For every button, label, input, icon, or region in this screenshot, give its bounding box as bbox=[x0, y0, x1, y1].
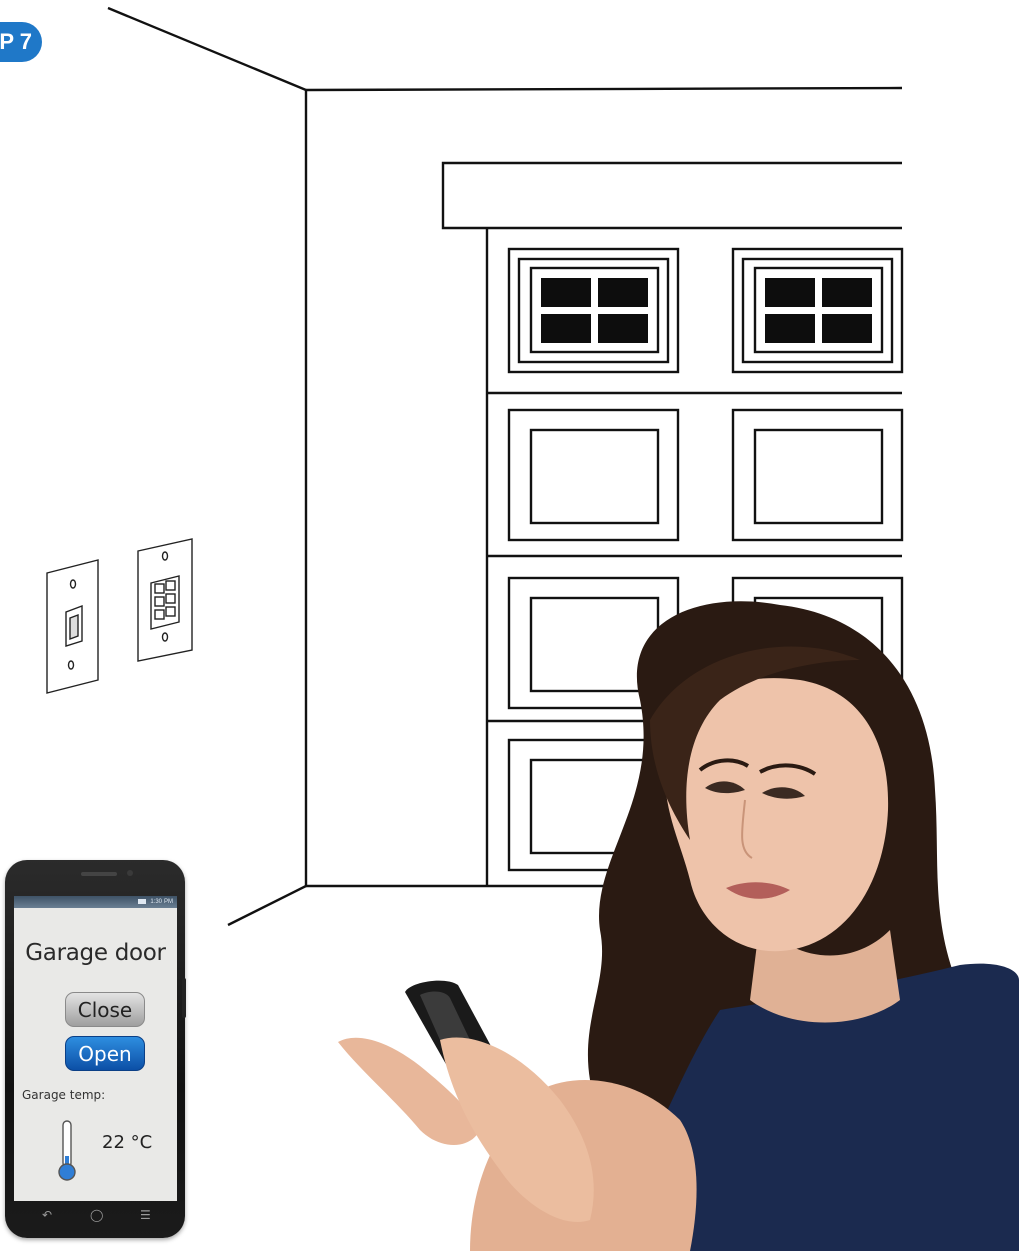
garage-temp-label: Garage temp: bbox=[22, 1088, 106, 1102]
phone-mockup: 1:30 PM Garage door Close Open Garage tem… bbox=[5, 860, 185, 1238]
status-time: 1:30 bbox=[150, 899, 162, 905]
phone-side-button bbox=[182, 978, 186, 1018]
status-bar: 1:30 PM bbox=[14, 896, 177, 908]
door-header-beam bbox=[441, 161, 902, 230]
keypad-switch-plate bbox=[137, 538, 193, 662]
door-panel-inner bbox=[753, 428, 884, 525]
phone-camera bbox=[127, 870, 133, 876]
door-window-left bbox=[529, 266, 660, 354]
scene-canvas: P 7 1:30 PM Garage door Close Open Garage… bbox=[0, 0, 1019, 1251]
thermometer-icon bbox=[58, 1120, 76, 1181]
phone-nav-bar: ↶ ◯ ☰ bbox=[14, 1205, 177, 1227]
door-panel-inner bbox=[529, 428, 660, 525]
door-window-right bbox=[753, 266, 884, 354]
ceiling-edge-line bbox=[107, 6, 307, 92]
home-icon[interactable]: ◯ bbox=[90, 1208, 103, 1222]
woman-with-phone-photo bbox=[338, 601, 1019, 1251]
light-switch-plate bbox=[46, 559, 99, 694]
status-ampm: PM bbox=[164, 899, 173, 905]
garage-temp-value: 22 °C bbox=[102, 1132, 153, 1153]
step-badge: P 7 bbox=[0, 22, 42, 62]
app-title: Garage door bbox=[25, 940, 166, 966]
floor-edge-line bbox=[227, 884, 307, 927]
phone-screen: 1:30 PM Garage door Close Open Garage tem… bbox=[14, 896, 177, 1201]
close-door-button[interactable]: Close bbox=[65, 992, 145, 1027]
battery-icon bbox=[138, 898, 147, 904]
back-icon[interactable]: ↶ bbox=[42, 1208, 52, 1222]
phone-speaker bbox=[81, 872, 117, 876]
open-door-button[interactable]: Open bbox=[65, 1036, 145, 1071]
ceiling-wall-line bbox=[305, 86, 903, 92]
menu-icon[interactable]: ☰ bbox=[140, 1208, 151, 1222]
